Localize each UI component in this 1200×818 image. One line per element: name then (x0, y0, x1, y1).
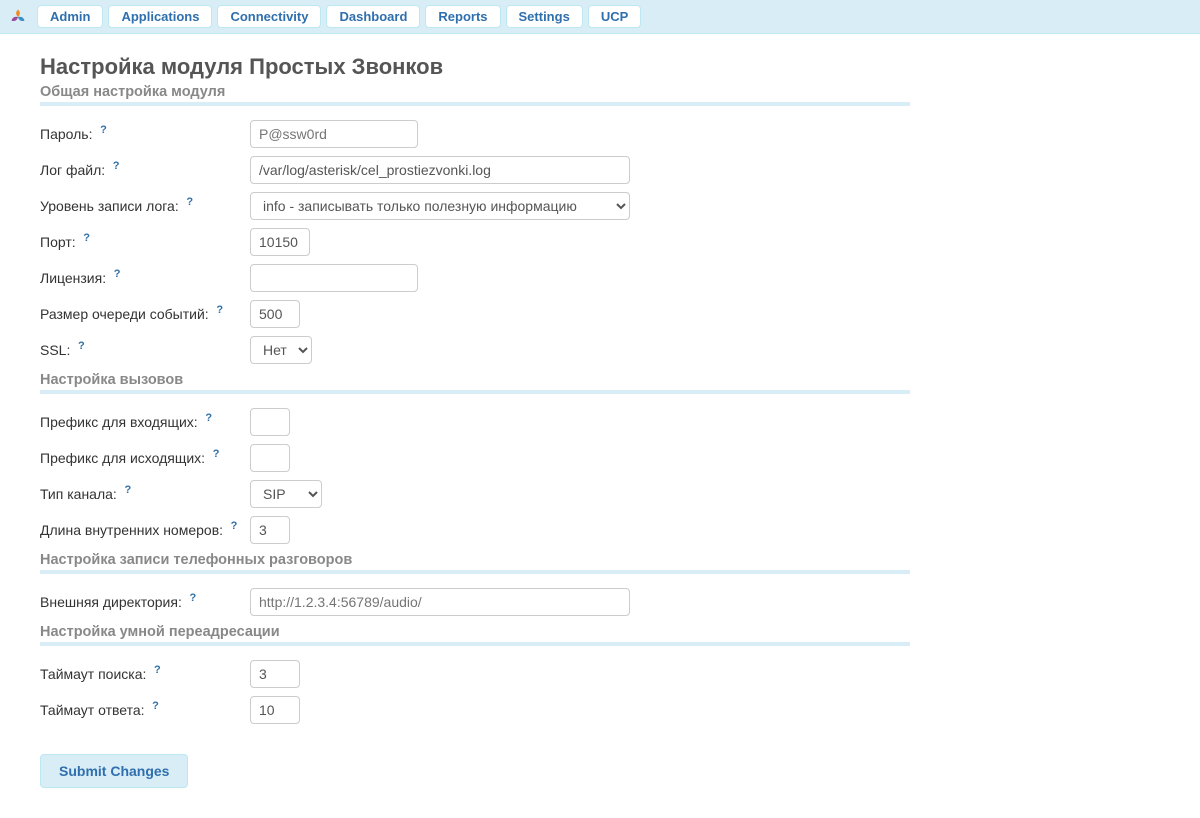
ssl-label: SSL: (40, 342, 70, 358)
queue-input[interactable] (250, 300, 300, 328)
section-divider (40, 642, 910, 646)
ssl-select[interactable]: Нет (250, 336, 312, 364)
help-icon[interactable] (213, 303, 227, 317)
license-label: Лицензия: (40, 270, 106, 286)
outgoing-prefix-input[interactable] (250, 444, 290, 472)
channel-select[interactable]: SIP (250, 480, 322, 508)
loglevel-select[interactable]: info - записывать только полезную информ… (250, 192, 630, 220)
help-icon[interactable] (80, 231, 94, 245)
outgoing-prefix-label: Префикс для исходящих: (40, 450, 205, 466)
nav-ucp[interactable]: UCP (588, 5, 641, 28)
loglevel-label: Уровень записи лога: (40, 198, 179, 214)
license-input[interactable] (250, 264, 418, 292)
ext-len-label: Длина внутренних номеров: (40, 522, 223, 538)
ext-len-input[interactable] (250, 516, 290, 544)
help-icon[interactable] (149, 699, 163, 713)
nav-reports[interactable]: Reports (425, 5, 500, 28)
section-recording-title: Настройка записи телефонных разговоров (40, 552, 910, 568)
logfile-input[interactable] (250, 156, 630, 184)
page-body: Настройка модуля Простых Звонков Общая н… (0, 34, 950, 818)
answer-timeout-input[interactable] (250, 696, 300, 724)
section-divider (40, 570, 910, 574)
port-label: Порт: (40, 234, 76, 250)
submit-button[interactable]: Submit Changes (40, 754, 188, 788)
incoming-prefix-input[interactable] (250, 408, 290, 436)
help-icon[interactable] (74, 339, 88, 353)
help-icon[interactable] (209, 447, 223, 461)
incoming-prefix-label: Префикс для входящих: (40, 414, 198, 430)
top-nav: Admin Applications Connectivity Dashboar… (0, 0, 1200, 34)
logfile-label: Лог файл: (40, 162, 105, 178)
logo-icon (8, 7, 28, 27)
help-icon[interactable] (150, 663, 164, 677)
queue-label: Размер очереди событий: (40, 306, 209, 322)
help-icon[interactable] (202, 411, 216, 425)
nav-applications[interactable]: Applications (108, 5, 212, 28)
port-input[interactable] (250, 228, 310, 256)
extdir-label: Внешняя директория: (40, 594, 182, 610)
help-icon[interactable] (110, 267, 124, 281)
section-calls-title: Настройка вызовов (40, 372, 910, 388)
section-divider (40, 102, 910, 106)
nav-connectivity[interactable]: Connectivity (217, 5, 321, 28)
help-icon[interactable] (227, 519, 241, 533)
search-timeout-label: Таймаут поиска: (40, 666, 146, 682)
help-icon[interactable] (109, 159, 123, 173)
section-smart-title: Настройка умной переадресации (40, 624, 910, 640)
section-divider (40, 390, 910, 394)
extdir-input[interactable] (250, 588, 630, 616)
help-icon[interactable] (121, 483, 135, 497)
nav-admin[interactable]: Admin (37, 5, 103, 28)
help-icon[interactable] (96, 123, 110, 137)
nav-settings[interactable]: Settings (506, 5, 583, 28)
password-label: Пароль: (40, 126, 92, 142)
help-icon[interactable] (183, 195, 197, 209)
password-input[interactable] (250, 120, 418, 148)
answer-timeout-label: Таймаут ответа: (40, 702, 145, 718)
nav-dashboard[interactable]: Dashboard (326, 5, 420, 28)
page-title: Настройка модуля Простых Звонков (40, 54, 910, 80)
section-general-title: Общая настройка модуля (40, 84, 910, 100)
help-icon[interactable] (186, 591, 200, 605)
channel-label: Тип канала: (40, 486, 117, 502)
